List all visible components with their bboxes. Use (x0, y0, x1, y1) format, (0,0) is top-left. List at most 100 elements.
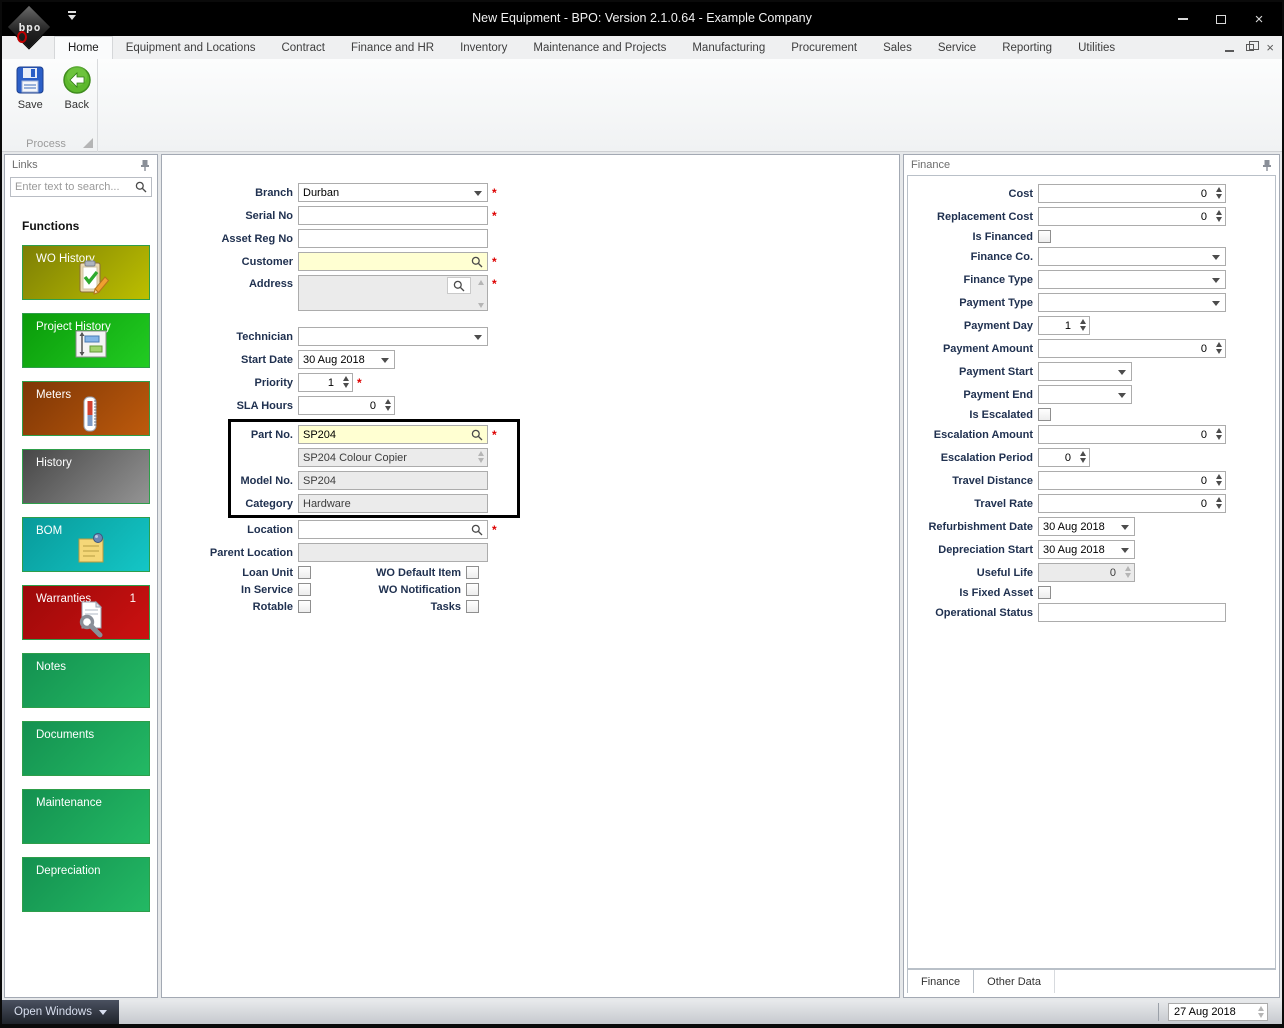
tab-sales[interactable]: Sales (870, 36, 925, 59)
minimize-button[interactable] (1166, 6, 1200, 32)
search-input[interactable] (15, 181, 135, 193)
chevron-down-icon[interactable] (1212, 255, 1220, 260)
payment-amount-input[interactable]: 0 (1038, 339, 1226, 358)
spinner-icon[interactable] (385, 399, 391, 411)
cost-input[interactable]: 0 (1038, 184, 1226, 203)
payment-end-select[interactable] (1038, 385, 1132, 404)
tab-reporting[interactable]: Reporting (989, 36, 1065, 59)
links-search-box[interactable] (10, 177, 152, 197)
finance-co-select[interactable] (1038, 247, 1226, 266)
chevron-down-icon[interactable] (1212, 301, 1220, 306)
notes-button[interactable]: Notes (22, 653, 150, 708)
part-no-lookup[interactable]: SP204 (298, 425, 488, 444)
start-date-picker[interactable]: 30 Aug 2018 (298, 350, 395, 369)
chevron-down-icon[interactable] (1121, 548, 1129, 553)
pin-icon[interactable] (1262, 159, 1272, 172)
status-date-picker[interactable]: 27 Aug 2018 (1168, 1003, 1268, 1021)
is-fixed-asset-checkbox[interactable] (1038, 586, 1051, 599)
payment-start-select[interactable] (1038, 362, 1132, 381)
spinner-icon[interactable] (1080, 451, 1086, 463)
tab-other-data[interactable]: Other Data (974, 970, 1055, 993)
spinner-icon[interactable] (1216, 497, 1222, 509)
chevron-down-icon[interactable] (1118, 370, 1126, 375)
search-icon[interactable] (471, 256, 483, 271)
maximize-button[interactable] (1204, 6, 1238, 32)
in-service-checkbox[interactable] (298, 583, 311, 596)
open-windows-button[interactable]: Open Windows (2, 1000, 119, 1024)
wo-notification-checkbox[interactable] (466, 583, 479, 596)
maintenance-button[interactable]: Maintenance (22, 789, 150, 844)
spinner-icon[interactable] (1216, 342, 1222, 354)
operational-status-input[interactable] (1038, 603, 1226, 622)
escalation-amount-input[interactable]: 0 (1038, 425, 1226, 444)
warranties-button[interactable]: Warranties 1 (22, 585, 150, 640)
technician-select[interactable] (298, 327, 488, 346)
tab-procurement[interactable]: Procurement (778, 36, 870, 59)
address-scroll-spinner[interactable] (478, 280, 484, 308)
tab-inventory[interactable]: Inventory (447, 36, 520, 59)
chevron-down-icon[interactable] (1121, 525, 1129, 530)
rotable-checkbox[interactable] (298, 600, 311, 613)
mdi-close-icon[interactable]: × (1266, 41, 1274, 54)
tab-contract[interactable]: Contract (268, 36, 337, 59)
depreciation-button[interactable]: Depreciation (22, 857, 150, 912)
spinner-icon[interactable] (1216, 474, 1222, 486)
replacement-cost-input[interactable]: 0 (1038, 207, 1226, 226)
branch-select[interactable]: Durban (298, 183, 488, 202)
history-button[interactable]: History (22, 449, 150, 504)
bom-button[interactable]: BOM (22, 517, 150, 572)
chevron-down-icon[interactable] (474, 191, 482, 196)
pin-icon[interactable] (140, 159, 150, 172)
spinner-icon[interactable] (1258, 1006, 1264, 1018)
is-financed-checkbox[interactable] (1038, 230, 1051, 243)
project-history-button[interactable]: Project History (22, 313, 150, 368)
spinner-icon[interactable] (343, 376, 349, 388)
location-lookup[interactable] (298, 520, 488, 539)
tab-home[interactable]: Home (54, 36, 113, 59)
tab-equipment-and-locations[interactable]: Equipment and Locations (113, 36, 269, 59)
depreciation-start-picker[interactable]: 30 Aug 2018 (1038, 540, 1135, 559)
tab-finance[interactable]: Finance (907, 970, 975, 993)
tab-utilities[interactable]: Utilities (1065, 36, 1128, 59)
spinner-icon[interactable] (1216, 428, 1222, 440)
customer-lookup[interactable] (298, 252, 488, 271)
spinner-icon[interactable] (1216, 210, 1222, 222)
back-button[interactable]: Back (57, 64, 98, 111)
tasks-checkbox[interactable] (466, 600, 479, 613)
tab-finance-and-hr[interactable]: Finance and HR (338, 36, 447, 59)
chevron-down-icon[interactable] (474, 335, 482, 340)
sla-hours-stepper[interactable]: 0 (298, 396, 395, 415)
payment-type-select[interactable] (1038, 293, 1226, 312)
chevron-down-icon[interactable] (1212, 278, 1220, 283)
tab-manufacturing[interactable]: Manufacturing (679, 36, 778, 59)
search-icon[interactable] (471, 524, 483, 539)
chevron-down-icon[interactable] (381, 358, 389, 363)
priority-stepper[interactable]: 1 (298, 373, 353, 392)
is-escalated-checkbox[interactable] (1038, 408, 1051, 421)
spinner-icon[interactable] (1080, 319, 1086, 331)
close-button[interactable]: × (1242, 6, 1276, 32)
mdi-minimize-icon[interactable] (1225, 49, 1235, 52)
wo-default-item-checkbox[interactable] (466, 566, 479, 579)
finance-type-select[interactable] (1038, 270, 1226, 289)
asset-reg-no-input[interactable] (298, 229, 488, 248)
meters-button[interactable]: Meters (22, 381, 150, 436)
loan-unit-checkbox[interactable] (298, 566, 311, 579)
payment-day-stepper[interactable]: 1 (1038, 316, 1090, 335)
chevron-down-icon[interactable] (1118, 393, 1126, 398)
tab-maintenance-and-projects[interactable]: Maintenance and Projects (520, 36, 679, 59)
serial-no-input[interactable] (298, 206, 488, 225)
refurbishment-date-picker[interactable]: 30 Aug 2018 (1038, 517, 1135, 536)
search-icon[interactable] (135, 181, 147, 193)
escalation-period-stepper[interactable]: 0 (1038, 448, 1090, 467)
address-box[interactable] (298, 275, 488, 311)
mdi-restore-icon[interactable] (1246, 41, 1260, 51)
wo-history-button[interactable]: WO History (22, 245, 150, 300)
travel-distance-input[interactable]: 0 (1038, 471, 1226, 490)
documents-button[interactable]: Documents (22, 721, 150, 776)
tab-service[interactable]: Service (925, 36, 989, 59)
address-search-button[interactable] (447, 277, 471, 294)
travel-rate-input[interactable]: 0 (1038, 494, 1226, 513)
search-icon[interactable] (471, 429, 483, 444)
save-button[interactable]: Save (10, 64, 51, 111)
